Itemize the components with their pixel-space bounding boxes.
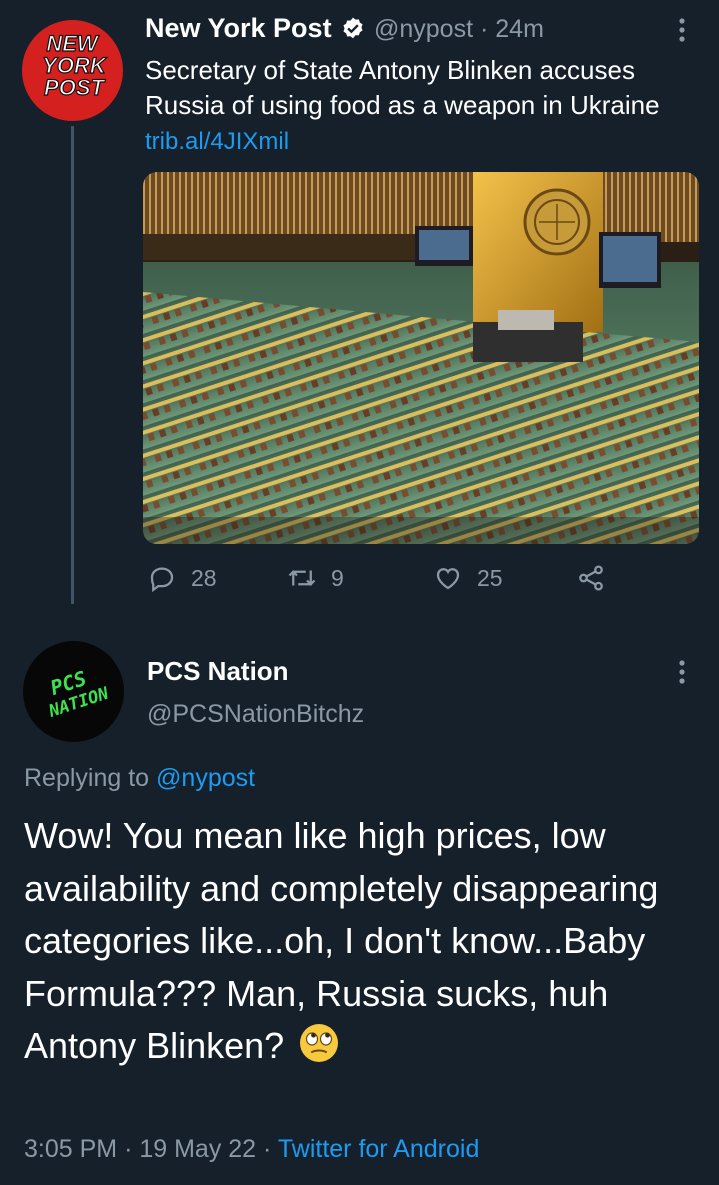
pcs-nation-avatar[interactable]: PCS NATION [23,641,124,742]
share-button[interactable] [576,563,620,593]
footer-separator-2: · [263,1135,272,1163]
reply-icon [150,567,174,593]
un-assembly-photo [143,172,699,544]
replying-to: Replying to @nypost [24,764,255,793]
retweet-count: 9 [331,564,344,591]
logo-word-3: POST [44,75,105,100]
reply-count: 28 [191,564,217,591]
tweet2-time[interactable]: 3:05 PM [24,1135,117,1163]
tweet2-date[interactable]: 19 May 22 [139,1135,256,1163]
face-with-rolling-eyes-icon [300,1024,339,1062]
tweet1-link[interactable]: trib.al/4JIXmil [145,128,289,156]
more-options-icon[interactable] [670,14,694,46]
tweet2-handle[interactable]: @PCSNationBitchz [147,700,364,729]
footer-separator-1: · [124,1135,133,1163]
replying-mention[interactable]: @nypost [156,764,255,792]
retweet-icon [288,570,316,586]
reply-button[interactable]: 28 [147,563,217,593]
tweet1-meta: @nypost · 24m [374,15,544,44]
verified-badge-icon [343,17,363,39]
tweet1-time[interactable]: 24m [495,15,544,43]
retweet-button[interactable]: 9 [287,563,344,593]
tweet2-source[interactable]: Twitter for Android [278,1135,479,1163]
like-button[interactable]: 25 [433,563,503,593]
nypost-logo: NEW YORK POST [42,30,109,100]
heart-icon [436,568,460,590]
tweet1-text: Secretary of State Antony Blinken accuse… [145,55,660,120]
tweet2-display-name[interactable]: PCS Nation [147,656,289,687]
tweet2-text: Wow! You mean like high prices, low avai… [24,810,704,1073]
tweet1-media-photo[interactable] [143,172,699,544]
share-icon [579,565,603,591]
thread-connector [71,126,74,604]
tweet1-handle[interactable]: @nypost [374,15,473,43]
replying-prefix: Replying to [24,764,150,792]
pcs-nation-logo: PCS NATION [46,666,112,722]
meta-separator: · [480,15,489,43]
tweet1-display-name[interactable]: New York Post [145,13,332,44]
like-count: 25 [477,564,503,591]
nypost-avatar[interactable]: NEW YORK POST [22,20,123,121]
tweet2-footer: 3:05 PM · 19 May 22 · Twitter for Androi… [24,1135,479,1164]
tweet2-body: Wow! You mean like high prices, low avai… [24,815,659,1066]
more-options-icon[interactable] [670,656,694,688]
